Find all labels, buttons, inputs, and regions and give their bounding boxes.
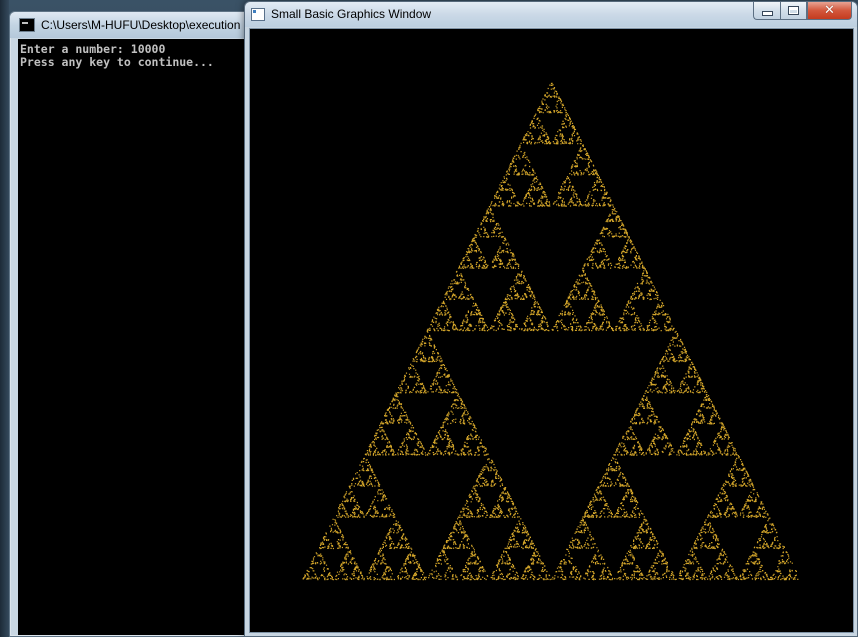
graphics-title: Small Basic Graphics Window [271,7,432,21]
graphics-canvas[interactable] [249,28,854,633]
maximize-icon [788,6,799,15]
maximize-button[interactable] [780,2,807,20]
sierpinski-triangle [302,82,799,581]
caption-buttons: ✕ [753,2,852,21]
minimize-button[interactable] [753,2,780,20]
close-icon: ✕ [824,3,835,18]
graphics-titlebar[interactable]: Small Basic Graphics Window ✕ [245,2,857,27]
graphics-window[interactable]: Small Basic Graphics Window ✕ [244,1,858,637]
fractal-points [302,82,799,581]
console-line-continue: Press any key to continue... [20,55,214,69]
minimize-icon [761,11,773,16]
console-titlebar[interactable]: C:\Users\M-HUFU\Desktop\execution [10,12,270,38]
console-title: C:\Users\M-HUFU\Desktop\execution [41,18,241,32]
console-output[interactable]: Enter a number: 10000 Press any key to c… [18,39,264,635]
console-window[interactable]: C:\Users\M-HUFU\Desktop\execution Enter … [9,11,271,637]
close-button[interactable]: ✕ [807,2,852,20]
app-window-icon[interactable] [251,8,265,21]
desktop-edge [0,0,9,637]
console-icon[interactable] [19,18,35,32]
